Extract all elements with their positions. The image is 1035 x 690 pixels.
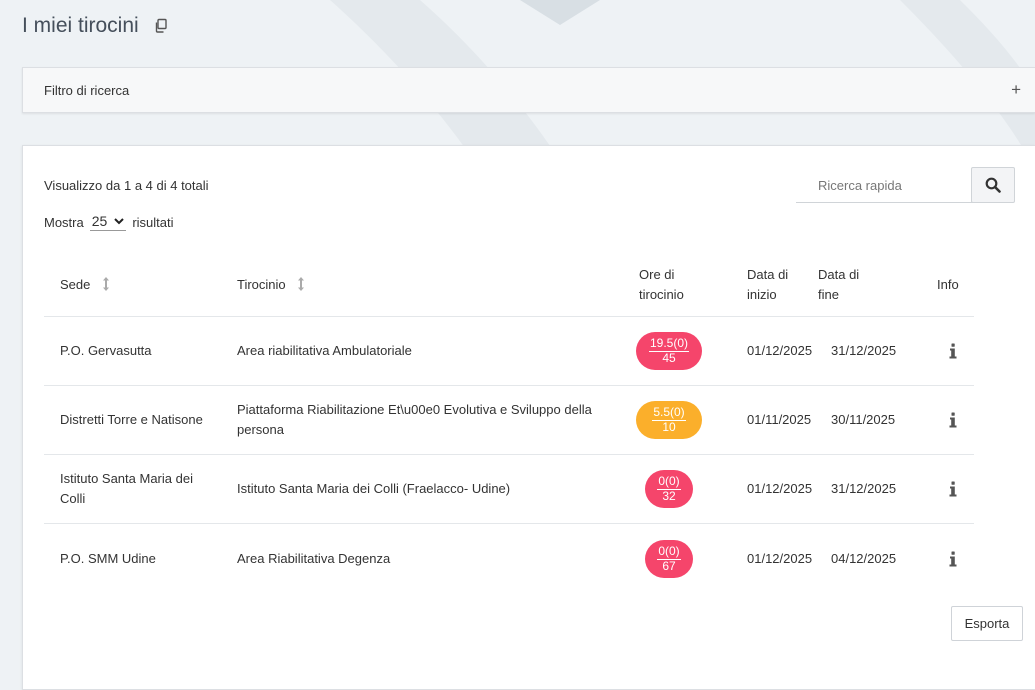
cell-sede: Distretti Torre e Natisone — [60, 412, 203, 427]
cell-sede: P.O. Gervasutta — [60, 343, 152, 358]
search-icon — [985, 177, 1001, 193]
info-icon[interactable] — [948, 412, 958, 428]
info-icon[interactable] — [948, 481, 958, 497]
header-ore-line1: Ore di — [639, 267, 675, 282]
internships-table: Sede Tirocinio Ore di tirocinio Data di … — [44, 251, 974, 593]
cell-sede: P.O. SMM Udine — [60, 550, 156, 566]
header-ore-line2: tirocinio — [639, 287, 684, 302]
sort-icon — [103, 277, 109, 291]
search-filter-panel[interactable]: Filtro di ricerca + — [22, 67, 1035, 113]
table-row: Distretti Torre e Natisone Piattaforma R… — [44, 386, 974, 455]
page-size-value: 25 — [91, 213, 108, 229]
header-inizio: Data di inizio — [747, 265, 788, 305]
page-header: I miei tirocini — [22, 14, 169, 38]
header-inizio-line1: Data di — [747, 267, 789, 282]
hours-badge: 19.5(0) 45 — [636, 332, 702, 370]
header-sede[interactable]: Sede — [60, 275, 110, 295]
header-tirocinio[interactable]: Tirocinio — [237, 275, 305, 295]
hours-total: 32 — [662, 489, 676, 503]
cell-fine: 30/11/2025 — [831, 412, 896, 427]
show-prefix: Mostra — [44, 214, 84, 230]
cell-tirocinio: Istituto Santa Maria dei Colli (Fraelacc… — [237, 481, 511, 496]
chevron-down-icon — [114, 217, 125, 224]
internships-card: Visualizzo da 1 a 4 di 4 totali Mostra 2… — [22, 145, 1035, 690]
cell-fine: 31/12/2025 — [831, 343, 897, 358]
results-count: Visualizzo da 1 a 4 di 4 totali — [44, 178, 209, 193]
table-row: P.O. Gervasutta Area riabilitativa Ambul… — [44, 317, 974, 386]
header-fine-line2: fine — [818, 287, 839, 302]
info-icon[interactable] — [948, 551, 958, 567]
hours-total: 67 — [662, 558, 676, 573]
cell-inizio: 01/11/2025 — [747, 412, 812, 427]
cell-fine: 04/12/2025 — [831, 550, 897, 566]
hours-done: 0(0) — [657, 543, 681, 560]
export-button[interactable]: Esporta — [951, 606, 1023, 641]
header-tirocinio-label: Tirocinio — [237, 277, 286, 292]
sort-icon — [298, 277, 305, 291]
info-icon[interactable] — [948, 343, 958, 359]
header-inizio-line2: inizio — [747, 287, 777, 302]
hours-badge: 5.5(0) 10 — [636, 401, 702, 439]
cell-inizio: 01/12/2025 — [747, 481, 813, 496]
header-fine-line1: Data di — [818, 267, 860, 282]
filter-label: Filtro di ricerca — [44, 82, 130, 98]
header-ore: Ore di tirocinio — [639, 265, 684, 305]
hours-done: 0(0) — [657, 474, 681, 490]
cell-sede: Istituto Santa Maria dei Colli — [60, 471, 193, 506]
page-size-select[interactable]: 25 — [89, 213, 127, 231]
hours-total: 45 — [662, 351, 676, 365]
page-title: I miei tirocini — [22, 14, 139, 37]
hours-badge: 0(0) 32 — [645, 470, 693, 508]
header-fine: Data di fine — [818, 265, 859, 305]
quick-search-input[interactable]: Ricerca rapida — [796, 168, 973, 203]
copy-icon[interactable] — [153, 18, 169, 34]
header-sede-label: Sede — [60, 277, 91, 292]
cell-inizio: 01/12/2025 — [747, 343, 813, 358]
show-suffix: risultati — [132, 214, 174, 230]
cell-fine: 31/12/2025 — [831, 481, 897, 496]
table-header: Sede Tirocinio Ore di tirocinio Data di … — [44, 251, 974, 317]
page-size-control: Mostra 25 risultati — [44, 213, 174, 231]
hours-badge: 0(0) 67 — [645, 539, 693, 578]
expand-filter-icon[interactable]: + — [1011, 80, 1021, 100]
cell-tirocinio: Piattaforma Riabilitazione Et\u00e0 Evol… — [237, 402, 592, 437]
hours-total: 10 — [662, 420, 676, 434]
cell-tirocinio: Area Riabilitativa Degenza — [237, 550, 391, 566]
cell-inizio: 01/12/2025 — [747, 550, 813, 566]
search-placeholder: Ricerca rapida — [818, 177, 902, 193]
hours-done: 5.5(0) — [652, 405, 686, 421]
search-button[interactable] — [971, 167, 1015, 203]
table-row: P.O. SMM Udine Area Riabilitativa Degenz… — [44, 524, 974, 593]
header-info: Info — [937, 277, 959, 292]
table-row: Istituto Santa Maria dei Colli Istituto … — [44, 455, 974, 524]
cell-tirocinio: Area riabilitativa Ambulatoriale — [237, 343, 412, 358]
hours-done: 19.5(0) — [648, 336, 690, 352]
